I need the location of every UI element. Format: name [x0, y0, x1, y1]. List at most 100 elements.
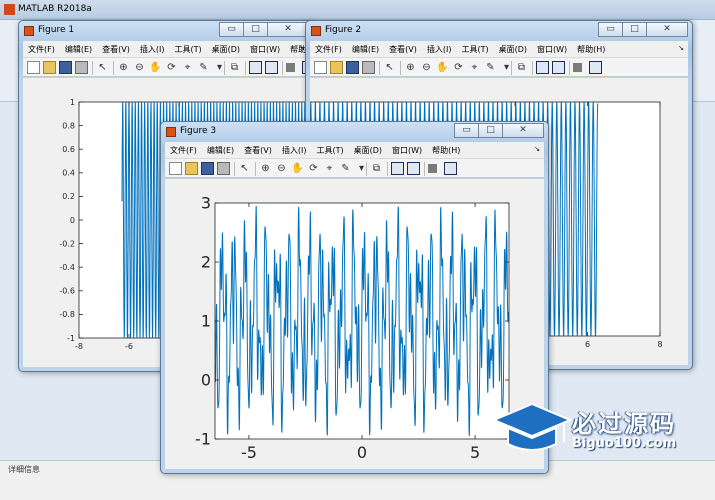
close-button[interactable]: ✕ [646, 22, 688, 37]
show-plot-tools-icon[interactable] [444, 162, 457, 175]
hide-plot-tools-icon[interactable] [428, 164, 437, 173]
print-icon[interactable] [75, 61, 88, 74]
zoom-out-icon[interactable]: ⊖ [275, 162, 288, 175]
select-pointer-icon[interactable]: ↖ [238, 162, 251, 175]
toolbar-separator [424, 162, 425, 176]
save-icon[interactable] [346, 61, 359, 74]
pan-hand-icon[interactable]: ✋ [436, 61, 449, 74]
colorbar-icon[interactable] [536, 61, 549, 74]
brand-chinese-name: 必过源码 [572, 410, 676, 438]
menu-item-1[interactable]: 编辑(E) [347, 41, 384, 57]
brush-icon[interactable]: ✎ [484, 61, 497, 74]
legend-icon[interactable] [265, 61, 278, 74]
new-figure-icon[interactable] [169, 162, 182, 175]
menu-item-5[interactable]: 桌面(D) [349, 142, 387, 158]
select-pointer-icon[interactable]: ↖ [383, 61, 396, 74]
menu-item-5[interactable]: 桌面(D) [207, 41, 245, 57]
brush-icon[interactable]: ✎ [339, 162, 352, 175]
menu-item-2[interactable]: 查看(V) [239, 142, 277, 158]
zoom-out-icon[interactable]: ⊖ [133, 61, 146, 74]
window-controls: ▭ □ ✕ [219, 22, 309, 37]
menu-item-7[interactable]: 帮助(H) [427, 142, 465, 158]
legend-icon[interactable] [552, 61, 565, 74]
rotate-3d-icon[interactable]: ⟳ [307, 162, 320, 175]
menu-item-6[interactable]: 窗口(W) [387, 142, 427, 158]
dock-arrow-icon[interactable]: ↘ [678, 44, 684, 52]
menu-item-6[interactable]: 窗口(W) [532, 41, 572, 57]
rotate-3d-icon[interactable]: ⟳ [165, 61, 178, 74]
maximize-button[interactable]: □ [478, 123, 502, 138]
menu-item-6[interactable]: 窗口(W) [245, 41, 285, 57]
menu-item-3[interactable]: 插入(I) [135, 41, 170, 57]
toolbar-separator [366, 162, 367, 176]
maximize-button[interactable]: □ [243, 22, 267, 37]
x-tick-label: 0 [357, 443, 367, 462]
toolbar-separator [387, 162, 388, 176]
menu-item-0[interactable]: 文件(F) [23, 41, 60, 57]
save-icon[interactable] [59, 61, 72, 74]
figure-2-titlebar[interactable]: Figure 2 ▭ □ ✕ [306, 21, 692, 41]
hide-plot-tools-icon[interactable] [573, 63, 582, 72]
maximize-button[interactable]: □ [622, 22, 646, 37]
pan-hand-icon[interactable]: ✋ [291, 162, 304, 175]
hide-plot-tools-icon[interactable] [286, 63, 295, 72]
menu-item-2[interactable]: 查看(V) [97, 41, 135, 57]
dock-arrow-icon[interactable]: ↘ [534, 145, 540, 153]
open-file-icon[interactable] [185, 162, 198, 175]
print-icon[interactable] [217, 162, 230, 175]
menu-item-0[interactable]: 文件(F) [310, 41, 347, 57]
show-plot-tools-icon[interactable] [589, 61, 602, 74]
y-tick-label: -1 [195, 430, 211, 449]
data-cursor-icon[interactable]: ⌖ [181, 61, 194, 74]
details-panel-label[interactable]: 详细信息 [8, 464, 40, 475]
menu-item-4[interactable]: 工具(T) [456, 41, 493, 57]
zoom-out-icon[interactable]: ⊖ [420, 61, 433, 74]
close-button[interactable]: ✕ [267, 22, 309, 37]
minimize-button[interactable]: ▭ [598, 22, 622, 37]
menu-item-4[interactable]: 工具(T) [169, 41, 206, 57]
colorbar-icon[interactable] [249, 61, 262, 74]
link-plot-icon[interactable]: ⧉ [370, 162, 383, 175]
toolbar-separator [569, 61, 570, 75]
open-file-icon[interactable] [43, 61, 56, 74]
link-plot-icon[interactable]: ⧉ [515, 61, 528, 74]
figure-3-titlebar[interactable]: Figure 3 ▭ □ ✕ [161, 122, 548, 142]
rotate-3d-icon[interactable]: ⟳ [452, 61, 465, 74]
zoom-in-icon[interactable]: ⊕ [117, 61, 130, 74]
print-icon[interactable] [362, 61, 375, 74]
new-figure-icon[interactable] [314, 61, 327, 74]
window-controls: ▭ □ ✕ [598, 22, 688, 37]
data-cursor-icon[interactable]: ⌖ [323, 162, 336, 175]
zoom-in-icon[interactable]: ⊕ [404, 61, 417, 74]
figure-1-titlebar[interactable]: Figure 1 ▭ □ ✕ [19, 21, 313, 41]
toolbar-separator [245, 61, 246, 75]
zoom-in-icon[interactable]: ⊕ [259, 162, 272, 175]
data-cursor-icon[interactable]: ⌖ [468, 61, 481, 74]
menu-item-1[interactable]: 编辑(E) [202, 142, 239, 158]
save-icon[interactable] [201, 162, 214, 175]
x-tick-label: 5 [470, 443, 480, 462]
close-button[interactable]: ✕ [502, 123, 544, 138]
pan-hand-icon[interactable]: ✋ [149, 61, 162, 74]
x-tick-label: -8 [75, 342, 83, 351]
menu-item-4[interactable]: 工具(T) [311, 142, 348, 158]
new-figure-icon[interactable] [27, 61, 40, 74]
menu-item-3[interactable]: 插入(I) [422, 41, 457, 57]
menu-item-0[interactable]: 文件(F) [165, 142, 202, 158]
link-plot-icon[interactable]: ⧉ [228, 61, 241, 74]
y-tick-label: -0.2 [59, 239, 75, 248]
minimize-button[interactable]: ▭ [219, 22, 243, 37]
menu-item-5[interactable]: 桌面(D) [494, 41, 532, 57]
menu-item-1[interactable]: 编辑(E) [60, 41, 97, 57]
menu-item-2[interactable]: 查看(V) [384, 41, 422, 57]
y-tick-label: -1 [67, 334, 75, 343]
brush-icon[interactable]: ✎ [197, 61, 210, 74]
menu-item-3[interactable]: 插入(I) [277, 142, 312, 158]
menu-item-7[interactable]: 帮助(H) [572, 41, 610, 57]
brand-url: Biguo100.com [572, 436, 677, 451]
open-file-icon[interactable] [330, 61, 343, 74]
select-pointer-icon[interactable]: ↖ [96, 61, 109, 74]
colorbar-icon[interactable] [391, 162, 404, 175]
legend-icon[interactable] [407, 162, 420, 175]
minimize-button[interactable]: ▭ [454, 123, 478, 138]
